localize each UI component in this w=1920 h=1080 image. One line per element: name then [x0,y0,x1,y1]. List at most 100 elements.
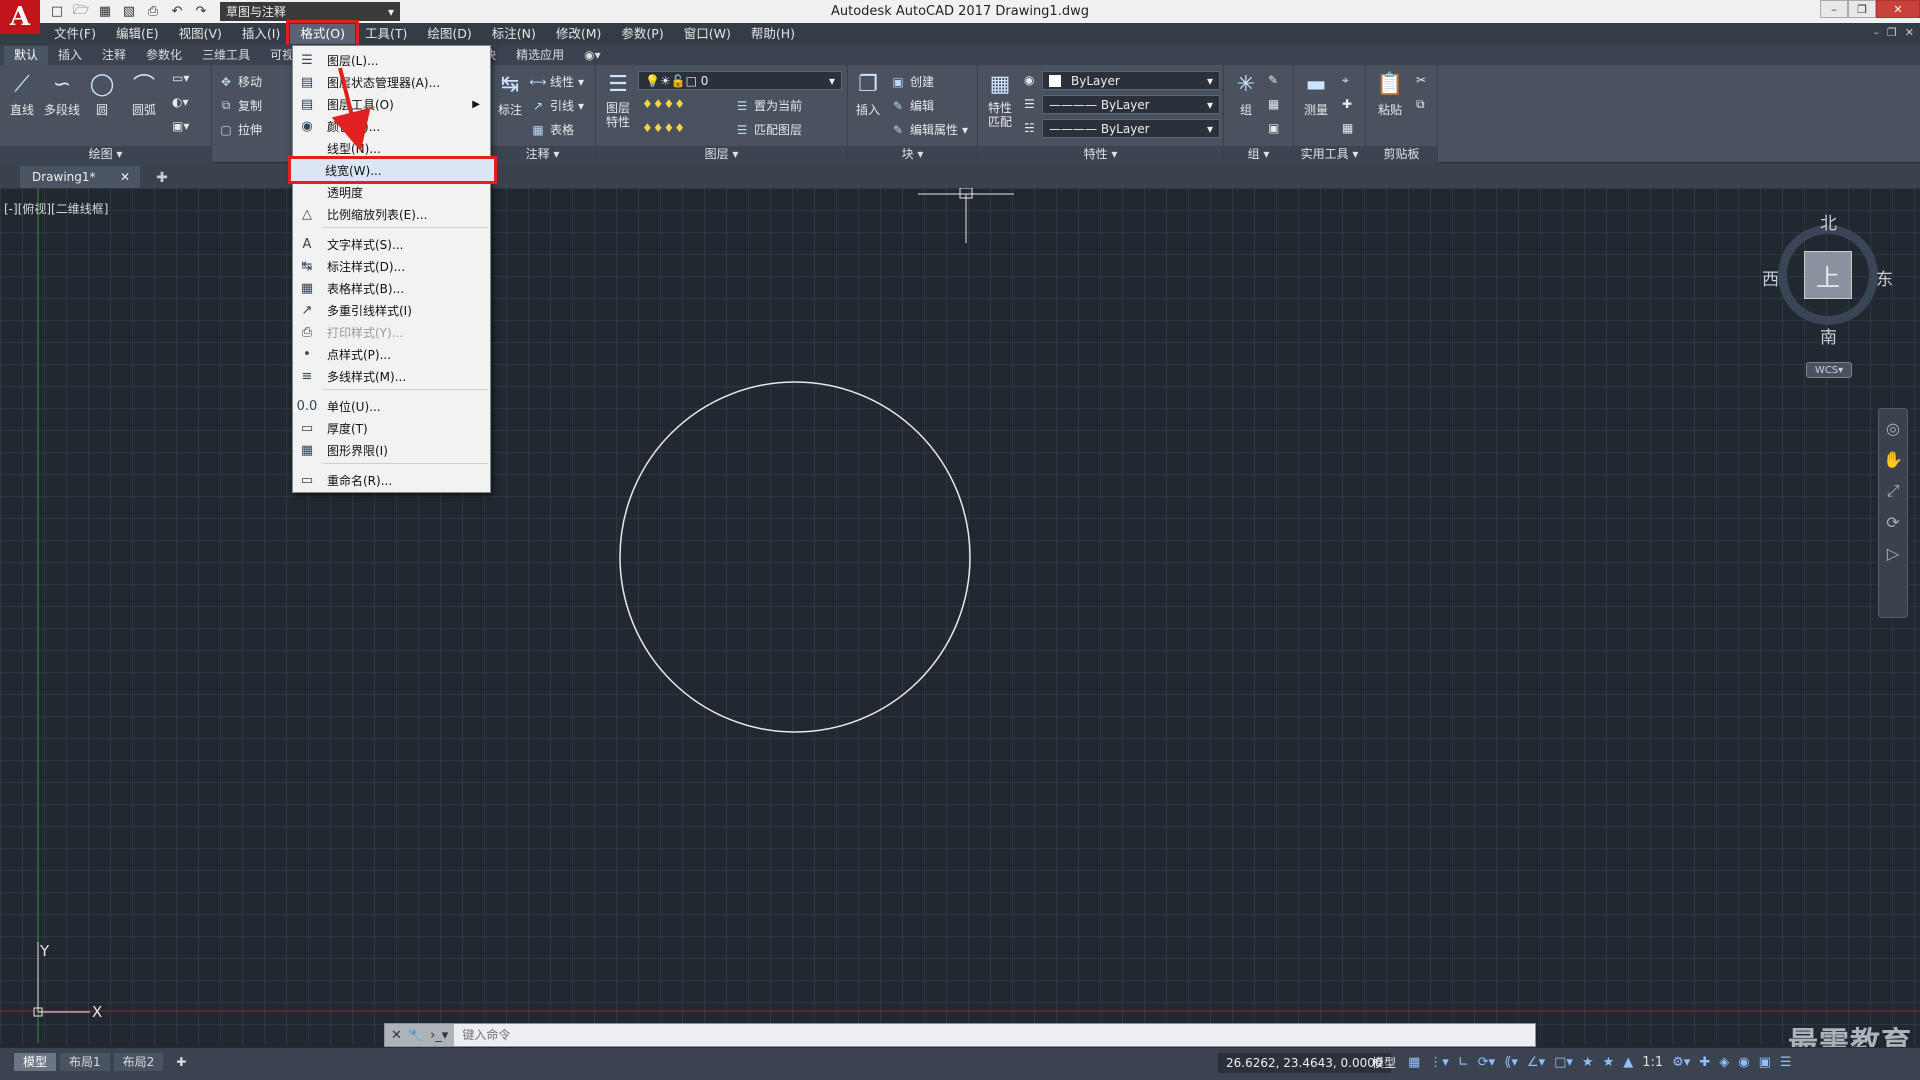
menu-format[interactable]: 格式(O) [286,20,359,48]
tab-annotate[interactable]: 注释 [92,46,136,65]
region-icon[interactable]: ▣▾ [172,119,189,133]
panel-title-annotation[interactable]: 注释 ▾ [490,146,595,163]
steering-wheel-icon[interactable]: ◎ [1886,419,1900,438]
leader-button[interactable]: ↗ 引线 ▾ [530,97,584,114]
menu-window[interactable]: 窗口(W) [674,24,741,44]
object-snap-tracking-icon[interactable]: ∠▾ [1527,1053,1545,1073]
annotation-visibility-icon[interactable]: ★ [1582,1053,1594,1073]
format-menu-item[interactable]: 透明度 [293,181,490,203]
compass-north[interactable]: 北 [1820,209,1837,234]
wrench-icon[interactable]: 🔧 [408,1028,424,1043]
minimize-button[interactable]: – [1820,0,1848,18]
copy-clip-icon[interactable]: ⧉ [1416,97,1425,112]
layer-tool-icons-row2[interactable]: ♦♦♦♦ [642,121,685,135]
tab-insert[interactable]: 插入 [48,46,92,65]
cut-icon[interactable]: ✂ [1416,73,1426,87]
panel-title-block[interactable]: 块 ▾ [848,146,977,163]
layer-tool-icons-row1[interactable]: ♦♦♦♦ [642,97,685,111]
save-icon[interactable]: ▦ [96,3,114,21]
stretch-button[interactable]: ▢ 拉伸 [218,121,262,138]
zoom-extents-icon[interactable]: ⤢ [1887,481,1900,501]
circle-object[interactable] [619,381,971,733]
tab-featured-apps[interactable]: 精选应用 [506,46,574,65]
move-button[interactable]: ✥ 移动 [218,73,262,90]
format-menu-item[interactable]: 线型(N)... [293,137,490,159]
layout-tab-model[interactable]: 模型 [14,1053,57,1071]
ortho-icon[interactable]: ∟ [1458,1053,1469,1073]
command-input[interactable] [454,1024,1535,1046]
menu-file[interactable]: 文件(F) [44,24,106,44]
menu-edit[interactable]: 编辑(E) [106,24,169,44]
linetype-select[interactable]: ———— ByLayer ▾ [1042,95,1220,114]
panel-title-layers[interactable]: 图层 ▾ [596,146,847,163]
create-block-button[interactable]: ▣ 创建 [890,73,934,90]
dimension-button[interactable]: ↹ 标注 [490,69,530,118]
compass-south[interactable]: 南 [1820,323,1837,348]
file-tab-drawing1[interactable]: Drawing1* ✕ [20,166,140,188]
tab-3d-tools[interactable]: 三维工具 [192,46,260,65]
wcs-menu[interactable]: WCS ▾ [1806,362,1852,378]
customize-icon[interactable]: ☰ [1780,1053,1792,1073]
clean-screen-icon[interactable]: ▣ [1759,1053,1771,1073]
format-menu-item[interactable]: 0.0 单位(U)... [293,395,490,417]
format-menu-item[interactable]: ▤ 图层工具(O) ▶ [293,93,490,115]
format-menu-item[interactable]: ▦ 图形界限(I) [293,439,490,461]
menu-tools[interactable]: 工具(T) [355,24,417,44]
viewcube-top-face[interactable]: 上 [1804,251,1852,299]
menu-dimension[interactable]: 标注(N) [482,24,546,44]
model-space-button[interactable]: 模型 [1372,1053,1396,1073]
gear-icon[interactable]: ⚙▾ [1672,1053,1690,1073]
table-button[interactable]: ▦ 表格 [530,121,574,138]
rectangle-icon[interactable]: ▭▾ [172,71,189,85]
panel-title-draw[interactable]: 绘图 ▾ [0,146,211,163]
restore-button[interactable]: ❐ [1848,0,1876,18]
plus-icon[interactable]: ✚ [1699,1053,1710,1073]
group-edit-icon[interactable]: ▦ [1268,97,1279,111]
command-prompt-icon[interactable]: ›_▾ [430,1028,448,1043]
grid-icon[interactable]: ▦ [1408,1053,1420,1073]
match-properties-button[interactable]: ▦ 特性匹配 [980,69,1020,130]
hatch-icon[interactable]: ◐▾ [172,95,189,109]
object-snap-icon[interactable]: □▾ [1554,1053,1573,1073]
format-menu-item[interactable]: ▦ 表格样式(B)... [293,277,490,299]
isodraft-icon[interactable]: ⟪▾ [1504,1053,1518,1073]
close-icon[interactable]: ✕ [391,1028,402,1043]
insert-block-button[interactable]: ❐ 插入 [848,69,888,118]
paste-button[interactable]: 📋 粘贴 [1370,69,1410,118]
measure-button[interactable]: ▬ 测量 [1296,69,1336,118]
new-icon[interactable]: □ [48,3,66,21]
polyline-button[interactable]: ∽ 多段线 [42,69,82,118]
doc-close-button[interactable]: ✕ [1905,26,1914,39]
application-menu-button[interactable]: A [0,0,40,34]
color-select[interactable]: ByLayer ▾ [1042,71,1220,90]
linear-dim-button[interactable]: ⟷ 线性 ▾ [529,73,584,90]
tab-default[interactable]: 默认 [4,46,49,65]
layer-properties-button[interactable]: ☰ 图层特性 [598,69,638,130]
orbit-icon[interactable]: ⟳ [1886,513,1899,532]
format-menu-item[interactable]: △ 比例缩放列表(E)... [293,203,490,225]
hardware-accel-icon[interactable]: ◉ [1738,1053,1749,1073]
annotation-scale-icon[interactable]: ▲ [1623,1053,1633,1073]
format-menu-item[interactable]: A 文字样式(S)... [293,233,490,255]
menu-insert[interactable]: 插入(I) [232,24,290,44]
edit-block-button[interactable]: ✎ 编辑 [890,97,934,114]
format-menu-item[interactable]: ↹ 标注样式(D)... [293,255,490,277]
format-menu-item[interactable]: 线宽(W)... [288,156,497,184]
print-icon[interactable]: ⎙ [144,3,162,21]
group-button[interactable]: ✳ 组 [1226,69,1266,118]
arc-button[interactable]: ⌒ 圆弧 [124,69,164,118]
tab-parametric[interactable]: 参数化 [136,46,192,65]
viewcube[interactable]: 上 北 南 东 西 [1762,214,1893,348]
menu-view[interactable]: 视图(V) [169,24,232,44]
line-button[interactable]: ⟋ 直线 [2,69,42,118]
redo-icon[interactable]: ↷ [192,3,210,21]
format-menu-item[interactable]: ▤ 图层状态管理器(A)... [293,71,490,93]
doc-minimize-button[interactable]: – [1873,26,1879,39]
ungroup-icon[interactable]: ✎ [1268,73,1278,87]
copy-button[interactable]: ⧉ 复制 [218,97,262,114]
format-menu-item[interactable]: ≡ 多线样式(M)... [293,365,490,387]
calculator-icon[interactable]: ▦ [1342,121,1353,135]
showmotion-icon[interactable]: ▷ [1887,544,1899,563]
menu-help[interactable]: 帮助(H) [741,24,805,44]
compass-west[interactable]: 西 [1762,265,1779,290]
